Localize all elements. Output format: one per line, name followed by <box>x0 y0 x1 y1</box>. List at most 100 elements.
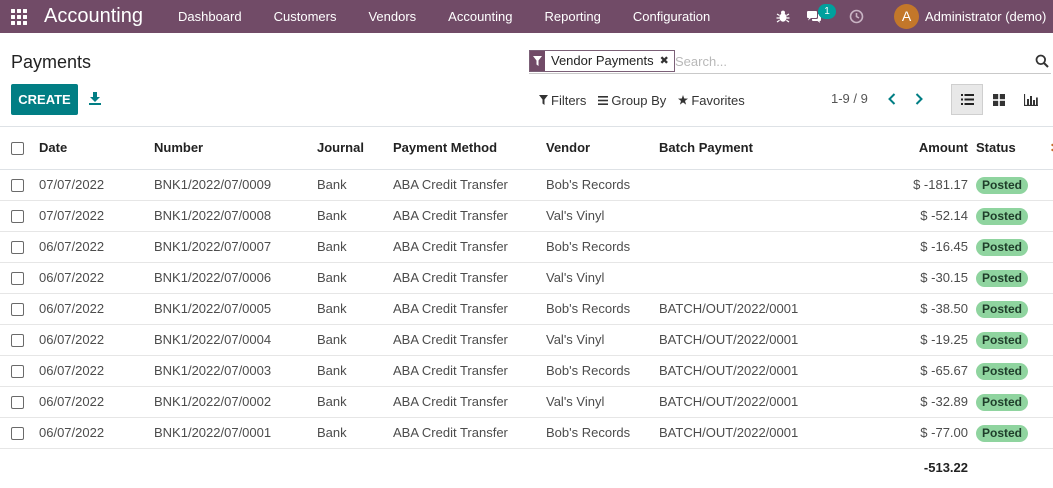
column-header-batch-payment[interactable]: Batch Payment <box>659 127 753 169</box>
menu-item-dashboard[interactable]: Dashboard <box>162 0 258 33</box>
kanban-view-icon <box>993 93 1005 106</box>
cell-journal: Bank <box>317 394 347 409</box>
cell-journal: Bank <box>317 363 347 378</box>
optional-columns-icon[interactable] <box>1048 143 1053 153</box>
menu-item-configuration[interactable]: Configuration <box>617 0 726 33</box>
row-checkbox[interactable] <box>11 427 24 440</box>
apps-menu-icon[interactable] <box>11 9 27 25</box>
cell-payment-method: ABA Credit Transfer <box>393 394 508 409</box>
cell-payment-method: ABA Credit Transfer <box>393 301 508 316</box>
chevron-left-icon[interactable] <box>887 92 897 106</box>
table-row[interactable]: 06/07/2022 BNK1/2022/07/0001 Bank ABA Cr… <box>0 418 1053 449</box>
cell-journal: Bank <box>317 301 347 316</box>
cell-payment-method: ABA Credit Transfer <box>393 332 508 347</box>
page-title: Payments <box>11 52 92 72</box>
user-menu[interactable]: Administrator (demo) <box>925 0 1046 33</box>
graph-view-button[interactable] <box>1017 84 1045 115</box>
table-row[interactable]: 06/07/2022 BNK1/2022/07/0004 Bank ABA Cr… <box>0 325 1053 356</box>
cell-journal: Bank <box>317 332 347 347</box>
facet-remove-icon[interactable]: ✖ <box>660 51 674 71</box>
cell-date: 07/07/2022 <box>39 208 105 223</box>
row-checkbox[interactable] <box>11 365 24 378</box>
row-checkbox[interactable] <box>11 179 24 192</box>
cell-vendor: Bob's Records <box>546 301 631 316</box>
column-header-payment-method[interactable]: Payment Method <box>393 127 497 169</box>
cell-batch-payment: BATCH/OUT/2022/0001 <box>659 301 799 316</box>
column-header-vendor[interactable]: Vendor <box>546 127 590 169</box>
list-view-icon <box>960 94 974 105</box>
cell-payment-method: ABA Credit Transfer <box>393 270 508 285</box>
app-brand[interactable]: Accounting <box>44 4 143 28</box>
top-navbar: Accounting Dashboard Customers Vendors A… <box>0 0 1053 33</box>
row-checkbox[interactable] <box>11 210 24 223</box>
bug-icon[interactable] <box>776 9 790 23</box>
table-row[interactable]: 06/07/2022 BNK1/2022/07/0002 Bank ABA Cr… <box>0 387 1053 418</box>
status-badge: Posted <box>976 301 1029 318</box>
chevron-right-icon[interactable] <box>914 92 924 106</box>
cell-status: Posted <box>976 232 1029 262</box>
row-checkbox[interactable] <box>11 396 24 409</box>
table-row[interactable]: 06/07/2022 BNK1/2022/07/0005 Bank ABA Cr… <box>0 294 1053 325</box>
star-icon <box>678 95 689 105</box>
select-all-checkbox[interactable] <box>11 142 24 155</box>
table-row[interactable]: 07/07/2022 BNK1/2022/07/0009 Bank ABA Cr… <box>0 170 1053 201</box>
cell-number: BNK1/2022/07/0005 <box>154 301 272 316</box>
cell-amount: $ -77.00 <box>920 425 968 440</box>
cell-batch-payment: BATCH/OUT/2022/0001 <box>659 363 799 378</box>
cell-status: Posted <box>976 170 1029 200</box>
column-header-status[interactable]: Status <box>976 127 1016 169</box>
table-header: Date Number Journal Payment Method Vendo… <box>0 127 1053 170</box>
cell-payment-method: ABA Credit Transfer <box>393 177 508 192</box>
cell-date: 06/07/2022 <box>39 394 105 409</box>
row-checkbox[interactable] <box>11 334 24 347</box>
search-facet: Vendor Payments ✖ <box>529 50 675 72</box>
cell-amount: $ -32.89 <box>920 394 968 409</box>
cell-payment-method: ABA Credit Transfer <box>393 239 508 254</box>
row-checkbox[interactable] <box>11 272 24 285</box>
column-header-journal[interactable]: Journal <box>317 127 364 169</box>
filters-button[interactable]: Filters <box>539 91 586 109</box>
cell-status: Posted <box>976 418 1029 448</box>
user-avatar[interactable]: A <box>894 4 919 29</box>
cell-journal: Bank <box>317 425 347 440</box>
cell-status: Posted <box>976 325 1029 355</box>
table-row[interactable]: 06/07/2022 BNK1/2022/07/0007 Bank ABA Cr… <box>0 232 1053 263</box>
row-checkbox[interactable] <box>11 303 24 316</box>
column-header-number[interactable]: Number <box>154 127 203 169</box>
column-header-date[interactable]: Date <box>39 127 67 169</box>
search-input[interactable] <box>675 50 1015 72</box>
pager-value[interactable]: 1-9 / 9 <box>831 91 868 106</box>
cell-number: BNK1/2022/07/0002 <box>154 394 272 409</box>
cell-amount: $ -181.17 <box>913 177 968 192</box>
menu-item-reporting[interactable]: Reporting <box>529 0 617 33</box>
table-row[interactable]: 07/07/2022 BNK1/2022/07/0008 Bank ABA Cr… <box>0 201 1053 232</box>
cell-amount: $ -38.50 <box>920 301 968 316</box>
search-icon[interactable] <box>1035 54 1049 68</box>
cell-status: Posted <box>976 263 1029 293</box>
menu-item-customers[interactable]: Customers <box>258 0 353 33</box>
column-header-amount[interactable]: Amount <box>919 127 968 169</box>
cell-vendor: Val's Vinyl <box>546 208 605 223</box>
row-checkbox[interactable] <box>11 241 24 254</box>
cell-status: Posted <box>976 201 1029 231</box>
status-badge: Posted <box>976 425 1029 442</box>
table-row[interactable]: 06/07/2022 BNK1/2022/07/0003 Bank ABA Cr… <box>0 356 1053 387</box>
cell-status: Posted <box>976 387 1029 417</box>
main-menu: Dashboard Customers Vendors Accounting R… <box>162 0 726 33</box>
menu-item-vendors[interactable]: Vendors <box>352 0 432 33</box>
filters-label: Filters <box>551 92 587 108</box>
clock-icon[interactable] <box>849 9 864 24</box>
favorites-button[interactable]: Favorites <box>678 91 745 109</box>
download-icon[interactable] <box>88 91 102 105</box>
amount-total: -513.22 <box>923 460 968 475</box>
cell-date: 06/07/2022 <box>39 239 105 254</box>
list-view-button[interactable] <box>951 84 983 115</box>
kanban-view-button[interactable] <box>985 84 1013 115</box>
cell-date: 06/07/2022 <box>39 301 105 316</box>
create-button[interactable]: CREATE <box>11 84 78 115</box>
group-by-button[interactable]: Group By <box>598 91 666 109</box>
menu-item-accounting[interactable]: Accounting <box>432 0 528 33</box>
status-badge: Posted <box>976 208 1029 225</box>
cell-number: BNK1/2022/07/0009 <box>154 177 272 192</box>
table-row[interactable]: 06/07/2022 BNK1/2022/07/0006 Bank ABA Cr… <box>0 263 1053 294</box>
